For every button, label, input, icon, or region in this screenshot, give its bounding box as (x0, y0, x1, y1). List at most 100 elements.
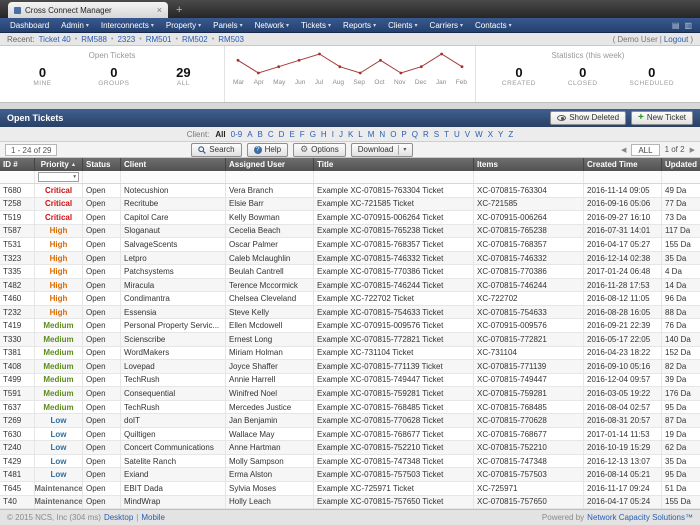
ticket-title-link[interactable]: Example XC-070815-746244 Ticket (314, 279, 474, 292)
ticket-row[interactable]: T381MediumOpenWordMakersMiriam HolmanExa… (0, 347, 700, 361)
grid-icon[interactable]: ▤ (672, 21, 680, 30)
ticket-title-link[interactable]: Example XC-070915-006264 Ticket (314, 211, 474, 224)
ticket-title-link[interactable]: Example XC-070815-747348 Ticket (314, 455, 474, 468)
nav-item-admin[interactable]: Admin▾ (55, 21, 95, 30)
ticket-title-link[interactable]: Example XC-070815-765238 Ticket (314, 225, 474, 238)
ticket-row[interactable]: T429LowOpenSatelite RanchMolly SampsonEx… (0, 455, 700, 469)
browser-tab[interactable]: Cross Connect Manager × (8, 2, 168, 18)
ticket-row[interactable]: T419MediumOpenPersonal Property Servic..… (0, 319, 700, 333)
nav-item-tickets[interactable]: Tickets▾ (295, 21, 337, 30)
ticket-row[interactable]: T482HighOpenMiraculaTerence MccormickExa… (0, 279, 700, 293)
ticket-row[interactable]: T531HighOpenSalvageScentsOscar PalmerExa… (0, 238, 700, 252)
ticket-id-link[interactable]: T269 (0, 414, 35, 427)
client-filter-b[interactable]: B (258, 130, 263, 139)
ticket-id-link[interactable]: T408 (0, 360, 35, 373)
column-header-assigned-user[interactable]: Assigned User (226, 158, 314, 171)
column-header-title[interactable]: Title (314, 158, 474, 171)
ticket-title-link[interactable]: Example XC-070815-770628 Ticket (314, 414, 474, 427)
nav-item-contacts[interactable]: Contacts▾ (469, 21, 518, 30)
help-button[interactable]: ? Help (247, 143, 288, 157)
ticket-id-link[interactable]: T429 (0, 455, 35, 468)
prev-page-button[interactable]: ◀ (621, 146, 626, 154)
ticket-title-link[interactable]: Example XC-070815-752210 Ticket (314, 441, 474, 454)
column-header-items[interactable]: Items (474, 158, 584, 171)
recent-link-rm501[interactable]: RM501 (146, 35, 172, 44)
ticket-row[interactable]: T481LowOpenExiandErma AlstonExample XC-0… (0, 468, 700, 482)
stat-closed[interactable]: 0 CLOSED (568, 66, 598, 87)
close-tab-icon[interactable]: × (157, 6, 162, 15)
priority-filter-select[interactable]: ▾ (38, 172, 79, 182)
ticket-id-link[interactable]: T591 (0, 387, 35, 400)
ticket-row[interactable]: T269LowOpendoITJan BenjaminExample XC-07… (0, 414, 700, 428)
ticket-title-link[interactable]: Example XC-070815-757503 Ticket (314, 468, 474, 481)
ticket-id-link[interactable]: T519 (0, 211, 35, 224)
nav-item-dashboard[interactable]: Dashboard (4, 21, 55, 30)
recent-link-rm503[interactable]: RM503 (218, 35, 244, 44)
client-filter-0-9[interactable]: 0-9 (231, 130, 243, 139)
client-filter-k[interactable]: K (348, 130, 353, 139)
ticket-row[interactable]: T630LowOpenQuiltigenWallace MayExample X… (0, 428, 700, 442)
ticket-id-link[interactable]: T335 (0, 265, 35, 278)
new-ticket-button[interactable]: + New Ticket (631, 111, 693, 125)
nav-item-property[interactable]: Property▾ (160, 21, 207, 30)
ticket-title-link[interactable]: Example XC-070815-768357 Ticket (314, 238, 474, 251)
nav-item-interconnects[interactable]: Interconnects▾ (95, 21, 160, 30)
ticket-id-link[interactable]: T645 (0, 482, 35, 495)
client-filter-v[interactable]: V (465, 130, 470, 139)
ticket-id-link[interactable]: T40 (0, 496, 35, 509)
new-tab-button[interactable]: + (176, 4, 182, 16)
search-button[interactable]: Search (191, 143, 241, 157)
ticket-id-link[interactable]: T637 (0, 401, 35, 414)
ticket-id-link[interactable]: T460 (0, 292, 35, 305)
nav-item-carriers[interactable]: Carriers▾ (424, 21, 469, 30)
ticket-id-link[interactable]: T630 (0, 428, 35, 441)
nav-item-reports[interactable]: Reports▾ (337, 21, 382, 30)
ticket-title-link[interactable]: Example XC-070915-009576 Ticket (314, 319, 474, 332)
ticket-row[interactable]: T587HighOpenSloganautCecelia BeachExampl… (0, 225, 700, 239)
column-header-id[interactable]: ID # (0, 158, 35, 171)
client-filter-a[interactable]: A (247, 130, 252, 139)
client-filter-p[interactable]: P (401, 130, 406, 139)
desktop-link[interactable]: Desktop (104, 513, 133, 522)
stat-groups[interactable]: 0 GROUPS (98, 66, 129, 87)
ticket-id-link[interactable]: T330 (0, 333, 35, 346)
column-header-status[interactable]: Status (83, 158, 121, 171)
client-filter-n[interactable]: N (379, 130, 385, 139)
ticket-title-link[interactable]: Example XC-725971 Ticket (314, 482, 474, 495)
recent-link-rm502[interactable]: RM502 (182, 35, 208, 44)
client-filter-f[interactable]: F (300, 130, 305, 139)
ticket-title-link[interactable]: Example XC-070815-746332 Ticket (314, 252, 474, 265)
options-button[interactable]: ⚙ Options (293, 143, 346, 157)
logout-link[interactable]: Logout (664, 35, 688, 44)
ticket-title-link[interactable]: Example XC-070815-763304 Ticket (314, 184, 474, 197)
ticket-id-link[interactable]: T499 (0, 374, 35, 387)
ticket-title-link[interactable]: Example XC-070815-757650 Ticket (314, 496, 474, 509)
stat-created[interactable]: 0 CREATED (502, 66, 536, 87)
client-filter-h[interactable]: H (321, 130, 327, 139)
ticket-row[interactable]: T519CriticalOpenCapitol CareKelly Bowman… (0, 211, 700, 225)
ticket-row[interactable]: T645MaintenanceOpenEBIT DadaSylvia Moses… (0, 482, 700, 496)
ticket-id-link[interactable]: T482 (0, 279, 35, 292)
ticket-id-link[interactable]: T240 (0, 441, 35, 454)
ticket-title-link[interactable]: Example XC-070815-749447 Ticket (314, 374, 474, 387)
column-header-updated[interactable]: Updated (662, 158, 700, 171)
nav-item-network[interactable]: Network▾ (249, 21, 295, 30)
ticket-id-link[interactable]: T323 (0, 252, 35, 265)
ticket-row[interactable]: T637MediumOpenTechRushMercedes JusticeEx… (0, 401, 700, 415)
download-button[interactable]: Download ▾ (351, 143, 414, 157)
ticket-row[interactable]: T258CriticalOpenRecritubeElsie BarrExamp… (0, 198, 700, 212)
client-filter-q[interactable]: Q (412, 130, 418, 139)
mobile-link[interactable]: Mobile (141, 513, 165, 522)
column-header-priority[interactable]: Priority▲ (35, 158, 83, 171)
stat-scheduled[interactable]: 0 SCHEDULED (629, 66, 674, 87)
client-filter-all[interactable]: All (215, 130, 225, 139)
nav-item-clients[interactable]: Clients▾ (382, 21, 423, 30)
ticket-id-link[interactable]: T680 (0, 184, 35, 197)
nav-item-panels[interactable]: Panels▾ (207, 21, 248, 30)
ticket-row[interactable]: T680CriticalOpenNotecushionVera BranchEx… (0, 184, 700, 198)
ticket-row[interactable]: T408MediumOpenLovepadJoyce ShafferExampl… (0, 360, 700, 374)
ticket-title-link[interactable]: Example XC-070815-771139 Ticket (314, 360, 474, 373)
ticket-title-link[interactable]: Example XC-070815-768677 Ticket (314, 428, 474, 441)
ticket-row[interactable]: T460HighOpenCondimantraChelsea Cleveland… (0, 292, 700, 306)
ncs-link[interactable]: Network Capacity Solutions™ (587, 513, 693, 522)
